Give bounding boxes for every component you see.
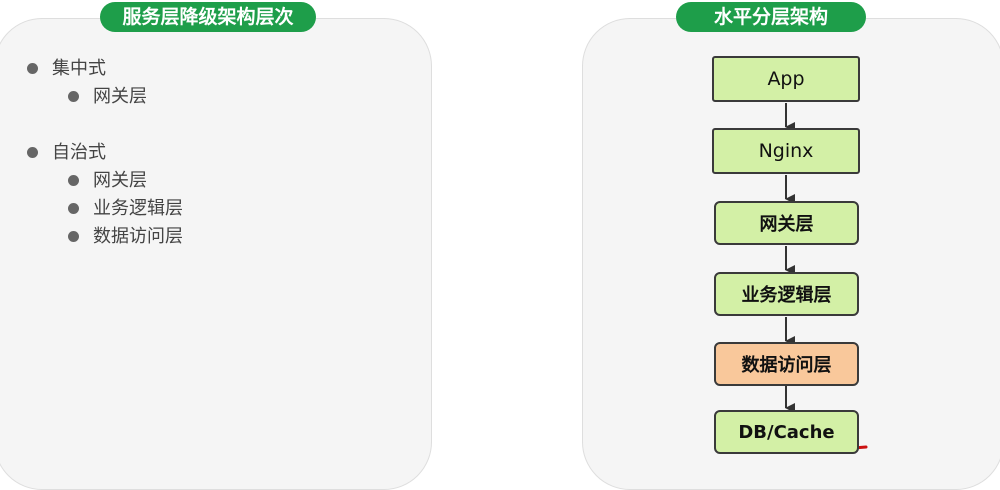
layer-app: App <box>712 56 860 102</box>
layer-business-logic: 业务逻辑层 <box>714 272 859 316</box>
layer-db-cache: DB/Cache <box>714 410 859 454</box>
layer-nginx: Nginx <box>712 128 860 174</box>
layer-data-access: 数据访问层 <box>714 342 859 386</box>
layer-gateway: 网关层 <box>714 201 859 245</box>
